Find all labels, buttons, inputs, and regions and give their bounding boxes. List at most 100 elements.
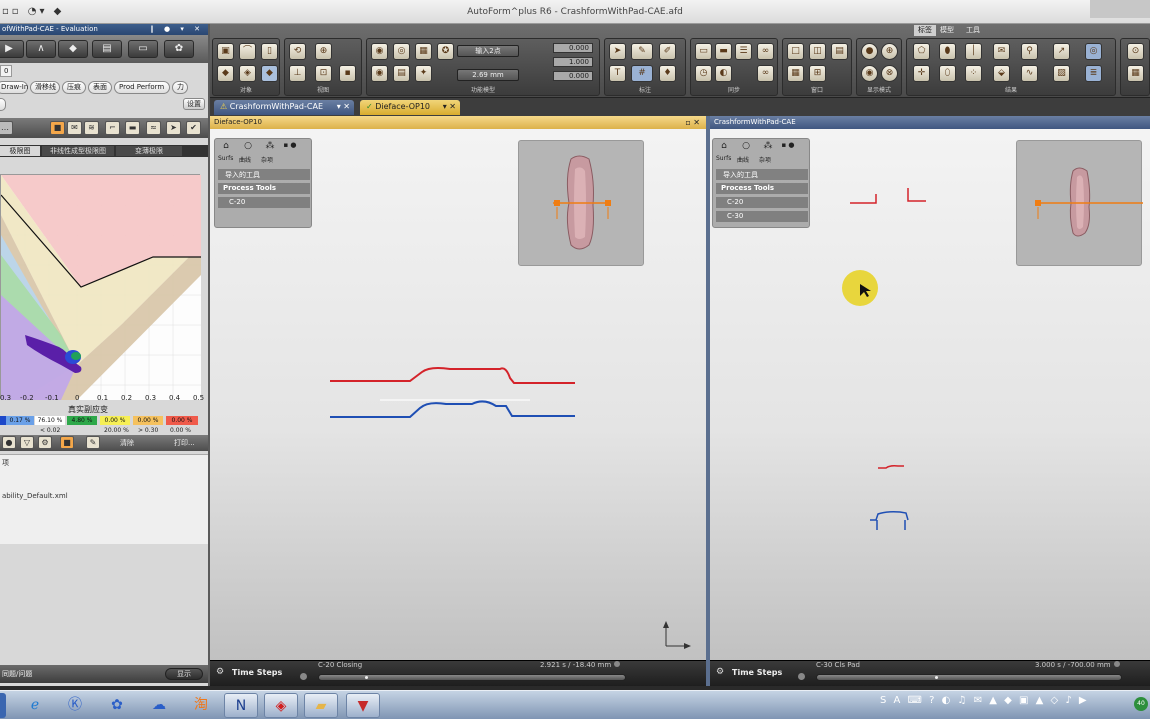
tab-labels[interactable]: 标签 (914, 25, 936, 36)
fit-icon[interactable]: ⊡ (315, 65, 332, 82)
single-window-icon[interactable]: □ (787, 43, 804, 60)
draw-in-button[interactable]: Draw-In (0, 81, 28, 94)
text-icon[interactable]: T (609, 65, 626, 82)
tab-0[interactable]: 0 (0, 65, 12, 77)
ie-icon[interactable]: ℯ (18, 693, 52, 718)
check-icon[interactable]: ✔ (186, 121, 201, 135)
knob-icon[interactable] (798, 673, 805, 680)
blank-icon[interactable]: ◆ (217, 65, 234, 82)
wave-icon[interactable]: ≈ (146, 121, 161, 135)
menu-icon[interactable]: … (0, 121, 13, 135)
time-slider[interactable] (318, 674, 626, 681)
mesh-icon[interactable]: ⊗ (881, 65, 898, 82)
section-curves[interactable] (210, 116, 706, 660)
arch-icon[interactable]: ⌒ (239, 43, 256, 60)
system-tray[interactable]: S A ⌨ ? ◐ ♫ ✉ ▲ ◆ ▣ ▲ ◇ ♪ ▶ 40 (880, 695, 1150, 717)
knob-icon[interactable] (300, 673, 307, 680)
k-icon[interactable]: Ⓚ (58, 693, 92, 718)
sheet-icon[interactable]: ■ (60, 436, 74, 449)
sync-a-icon[interactable]: ▭ (695, 43, 712, 60)
wave-icon[interactable]: ∿ (1021, 65, 1038, 82)
tab-model[interactable]: 模型 (940, 25, 954, 36)
taobao-icon[interactable]: 淘 (184, 693, 218, 718)
nz-field[interactable]: 0.000 (553, 71, 593, 81)
autoform-icon[interactable]: N (224, 693, 258, 718)
shaded-icon[interactable]: ● (861, 43, 878, 60)
draw-tool-icon[interactable]: ∧ (26, 40, 56, 58)
sync-c-icon[interactable]: ☰ (735, 43, 752, 60)
camera-icon[interactable]: ▪ (339, 65, 356, 82)
ny-field[interactable]: 1.000 (553, 57, 593, 67)
sync-b-icon[interactable]: ▬ (715, 43, 732, 60)
surface-tool-icon[interactable]: ◆ (58, 40, 88, 58)
list-item[interactable]: 项 (2, 458, 9, 468)
section-curves[interactable] (710, 116, 1150, 660)
monitor-tool-icon[interactable]: ▭ (128, 40, 158, 58)
time-slider[interactable] (816, 674, 1122, 681)
clock[interactable]: 40 (1134, 697, 1148, 711)
slip-line-button[interactable]: 滑移线 (30, 81, 60, 94)
window-controls[interactable] (1090, 0, 1150, 18)
die-f-icon[interactable]: ▤ (393, 65, 410, 82)
step-dot-icon[interactable] (614, 661, 620, 667)
counter-icon[interactable]: # (631, 65, 653, 82)
mail-icon[interactable]: ✉ (993, 43, 1010, 60)
marker-icon[interactable]: ✐ (659, 43, 676, 60)
gear-icon[interactable]: ⚙ (216, 667, 224, 677)
plus-icon[interactable]: ✛ (913, 65, 930, 82)
tab-crashformwithpad[interactable]: ⚠ CrashformWithPad-CAE ▾ ✕ (214, 100, 354, 115)
image-icon[interactable]: ▨ (1053, 65, 1070, 82)
settings-icon[interactable]: ⚙ (38, 436, 52, 449)
box-icon[interactable]: ▣ (217, 43, 234, 60)
die-g-icon[interactable]: ✦ (415, 65, 432, 82)
tab-flc[interactable]: 极限图 (0, 146, 40, 156)
layers-icon[interactable]: ≣ (1085, 65, 1102, 82)
close-icon[interactable]: ▾ ✕ (337, 100, 350, 114)
tab-tools[interactable]: 工具 (966, 25, 980, 36)
drop-icon[interactable]: ⚲ (1021, 43, 1038, 60)
sheet-icon[interactable]: ■ (50, 121, 65, 135)
magnify-icon[interactable]: ⊙ (1127, 43, 1144, 60)
view-eye-icon[interactable]: ◎ (1085, 43, 1102, 60)
surface-button[interactable]: 表面 (88, 81, 112, 94)
capsule-icon[interactable]: ⬮ (939, 43, 956, 60)
gear-tool-icon[interactable]: ✿ (164, 40, 194, 58)
flc-icon[interactable]: ⌐ (105, 121, 120, 135)
page-icon[interactable]: ▯ (261, 43, 278, 60)
point-input[interactable]: 输入2点 (457, 45, 519, 57)
slider-thumb[interactable] (365, 676, 368, 679)
tab-nonlinear-flc[interactable]: 非线性成型极限图 (42, 146, 114, 156)
mail-icon[interactable]: ✉ (67, 121, 82, 135)
split-window-icon[interactable]: ◫ (809, 43, 826, 60)
cloud-icon[interactable]: ☁ (142, 693, 176, 718)
start-button[interactable] (0, 693, 6, 718)
bar-icon[interactable]: │ (965, 43, 982, 60)
die-e-icon[interactable]: ◉ (371, 65, 388, 82)
autoform2-icon[interactable]: ▼ (346, 693, 380, 718)
sphere-icon[interactable]: ◉ (861, 65, 878, 82)
list-item[interactable]: ability_Default.xml (2, 492, 68, 500)
stack-window-icon[interactable]: ▤ (831, 43, 848, 60)
die-icon[interactable]: ◈ (239, 65, 256, 82)
axis-icon[interactable]: ⊥ (289, 65, 306, 82)
thinning-icon[interactable]: ▬ (125, 121, 140, 135)
band-icon[interactable]: ⬙ (993, 65, 1010, 82)
chain-icon[interactable]: ∞ (757, 65, 774, 82)
die-a-icon[interactable]: ◉ (371, 43, 388, 60)
share-icon[interactable]: ✿ (100, 693, 134, 718)
wireframe-icon[interactable]: ⊕ (881, 43, 898, 60)
tab-thinning-limit[interactable]: 变薄极限 (116, 146, 182, 156)
clear-button[interactable]: 清除 (120, 437, 134, 449)
blank-shape-icon[interactable]: ⬠ (913, 43, 930, 60)
force-button[interactable]: 力 (172, 81, 188, 94)
indent-button[interactable]: 压痕 (62, 81, 86, 94)
press-tool-icon[interactable]: ▤ (92, 40, 122, 58)
settings-button[interactable]: 设置 (183, 98, 205, 110)
option-toggle[interactable] (0, 98, 6, 111)
pointer-icon[interactable]: ➤ (609, 43, 626, 60)
arrow-icon[interactable]: ➤ (166, 121, 181, 135)
distance-input[interactable]: 2.69 mm (457, 69, 519, 81)
die-d-icon[interactable]: ✪ (437, 43, 454, 60)
pen-icon[interactable]: ✎ (631, 43, 653, 60)
filter-icon[interactable]: ▽ (20, 436, 34, 449)
